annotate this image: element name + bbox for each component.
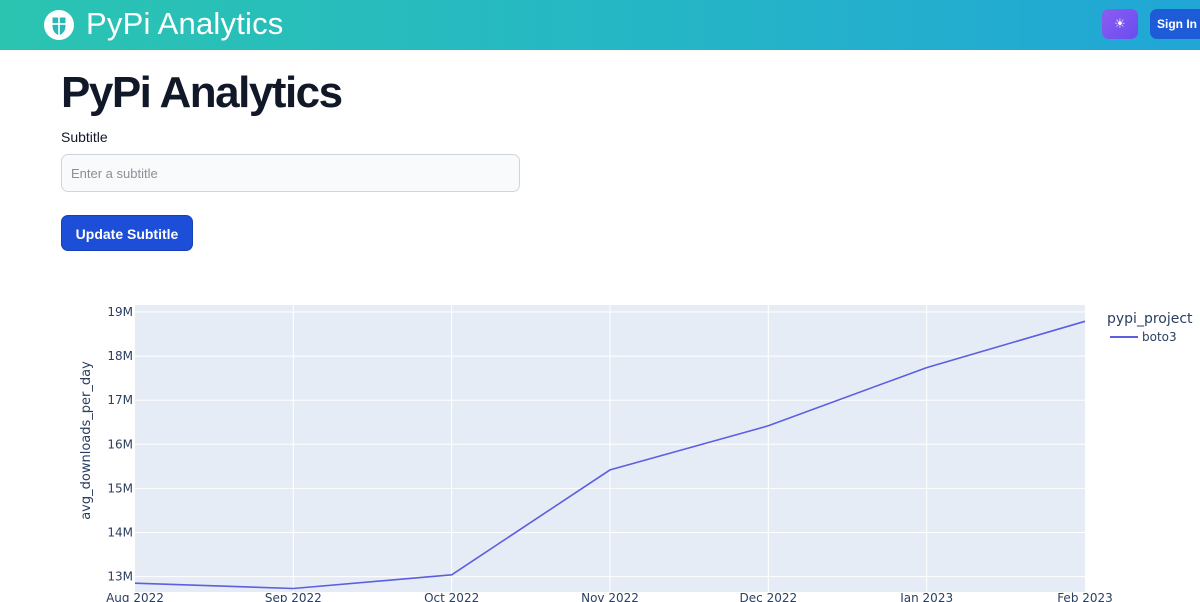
- globe-shield-logo-icon[interactable]: [42, 8, 76, 42]
- x-tick-label: Dec 2022: [740, 591, 798, 602]
- x-tick-label: Oct 2022: [424, 591, 479, 602]
- y-tick-label: 16M: [107, 437, 133, 451]
- page-title: PyPi Analytics: [61, 68, 343, 117]
- theme-toggle-button[interactable]: ☀: [1102, 9, 1138, 39]
- y-tick-label: 13M: [107, 570, 133, 584]
- y-tick-label: 19M: [107, 305, 133, 319]
- y-tick-label: 18M: [107, 349, 133, 363]
- legend-item-boto3[interactable]: boto3: [1142, 330, 1177, 344]
- subtitle-label: Subtitle: [61, 129, 108, 145]
- x-tick-label: Sep 2022: [265, 591, 322, 602]
- downloads-line-chart: 13M 14M 15M 16M 17M 18M 19M Aug 2022 Sep 2022 Oc…: [79, 305, 1193, 602]
- y-axis-label: avg_downloads_per_day: [79, 361, 94, 520]
- y-tick-label: 17M: [107, 393, 133, 407]
- y-tick-label: 15M: [107, 481, 133, 495]
- brand-title[interactable]: PyPi Analytics: [86, 5, 284, 43]
- legend-title: pypi_project: [1107, 311, 1193, 327]
- x-tick-label: Jan 2023: [899, 591, 953, 602]
- update-subtitle-button[interactable]: Update Subtitle: [61, 215, 193, 251]
- y-tick-label: 14M: [107, 525, 133, 539]
- sign-in-button[interactable]: Sign In: [1150, 9, 1200, 39]
- x-tick-label: Feb 2023: [1057, 591, 1113, 602]
- x-tick-label: Nov 2022: [581, 591, 639, 602]
- subtitle-input[interactable]: [61, 154, 520, 192]
- x-tick-label: Aug 2022: [106, 591, 164, 602]
- sun-icon: ☀: [1114, 16, 1126, 31]
- x-axis-ticks: Aug 2022 Sep 2022 Oct 2022 Nov 2022 Dec 2022…: [106, 591, 1113, 602]
- y-axis-ticks: 13M 14M 15M 16M 17M 18M 19M: [107, 305, 133, 584]
- top-navbar: PyPi Analytics ☀ Sign In: [0, 0, 1200, 50]
